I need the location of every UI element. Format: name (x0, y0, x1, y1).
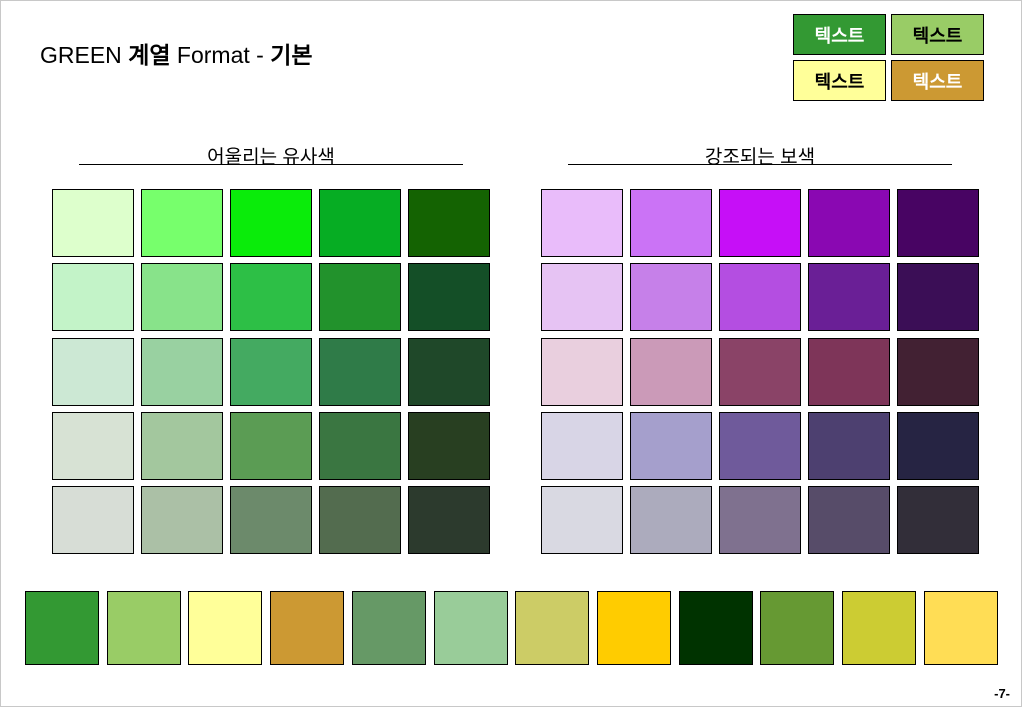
similar-color-swatch-r2-c4 (319, 263, 401, 331)
legend-box-green: 텍스트 (793, 14, 886, 55)
similar-color-swatch-r1-c3 (230, 189, 312, 257)
palette-swatch-12 (923, 591, 998, 665)
similar-color-swatch-r1-c2 (141, 189, 223, 257)
complementary-color-swatch-r5-c1 (541, 486, 623, 554)
complementary-color-swatch-r1-c4 (808, 189, 890, 257)
palette-swatch-3 (188, 591, 263, 665)
complementary-color-swatch-r2-c3 (719, 263, 801, 331)
similar-color-swatch-r1-c4 (319, 189, 401, 257)
complementary-color-swatch-r2-c2 (630, 263, 712, 331)
similar-color-swatch-r5-c3 (230, 486, 312, 554)
similar-color-swatch-r1-c5 (408, 189, 490, 257)
left-section-underline (79, 164, 463, 165)
palette-swatch-4 (270, 591, 345, 665)
similar-color-swatch-r3-c1 (52, 338, 134, 406)
similar-color-swatch-r5-c1 (52, 486, 134, 554)
complementary-color-swatch-r4-c1 (541, 412, 623, 480)
similar-color-swatch-r3-c4 (319, 338, 401, 406)
similar-color-swatch-r4-c1 (52, 412, 134, 480)
palette-swatch-2 (106, 591, 181, 665)
similar-color-swatch-r5-c5 (408, 486, 490, 554)
complementary-color-swatch-r3-c3 (719, 338, 801, 406)
complementary-color-swatch-r3-c2 (630, 338, 712, 406)
complementary-color-swatch-r4-c3 (719, 412, 801, 480)
palette-swatch-7 (515, 591, 590, 665)
complementary-color-swatch-r2-c5 (897, 263, 979, 331)
similar-color-swatch-r1-c1 (52, 189, 134, 257)
similar-color-swatch-r4-c3 (230, 412, 312, 480)
complementary-color-swatch-r4-c2 (630, 412, 712, 480)
complementary-color-swatch-r4-c4 (808, 412, 890, 480)
palette-swatch-10 (760, 591, 835, 665)
complementary-color-swatch-r2-c4 (808, 263, 890, 331)
similar-color-swatch-r4-c5 (408, 412, 490, 480)
palette-swatch-1 (25, 591, 99, 665)
complementary-color-swatch-r5-c5 (897, 486, 979, 554)
palette-swatch-6 (433, 591, 508, 665)
palette-swatch-8 (596, 591, 671, 665)
page-title: GREEN 계열 Format - 기본 (40, 42, 313, 68)
complementary-color-swatch-r5-c4 (808, 486, 890, 554)
similar-color-swatch-r2-c1 (52, 263, 134, 331)
complementary-color-swatch-r2-c1 (541, 263, 623, 331)
similar-color-swatch-r3-c2 (141, 338, 223, 406)
similar-color-swatch-r2-c3 (230, 263, 312, 331)
similar-color-swatch-r3-c3 (230, 338, 312, 406)
complementary-color-swatch-r3-c4 (808, 338, 890, 406)
legend-box-lightgreen: 텍스트 (891, 14, 984, 55)
palette-swatch-5 (351, 591, 426, 665)
similar-color-swatch-r2-c2 (141, 263, 223, 331)
complementary-color-swatch-r1-c1 (541, 189, 623, 257)
legend-box-gold: 텍스트 (891, 60, 984, 101)
similar-color-swatch-r3-c5 (408, 338, 490, 406)
similar-color-swatch-r5-c4 (319, 486, 401, 554)
complementary-color-swatch-r5-c2 (630, 486, 712, 554)
complementary-color-swatch-r3-c5 (897, 338, 979, 406)
palette-swatch-11 (842, 591, 916, 665)
complementary-color-swatch-r3-c1 (541, 338, 623, 406)
similar-color-swatch-r4-c4 (319, 412, 401, 480)
similar-color-swatch-r2-c5 (408, 263, 490, 331)
similar-color-swatch-r4-c2 (141, 412, 223, 480)
complementary-color-swatch-r5-c3 (719, 486, 801, 554)
complementary-color-swatch-r4-c5 (897, 412, 979, 480)
complementary-color-swatch-r1-c2 (630, 189, 712, 257)
right-section-underline (568, 164, 952, 165)
complementary-color-swatch-r1-c5 (897, 189, 979, 257)
palette-swatch-9 (678, 591, 753, 665)
similar-color-swatch-r5-c2 (141, 486, 223, 554)
legend-box-yellow: 텍스트 (793, 60, 886, 101)
page-number: -7- (994, 686, 1010, 701)
complementary-color-swatch-r1-c3 (719, 189, 801, 257)
